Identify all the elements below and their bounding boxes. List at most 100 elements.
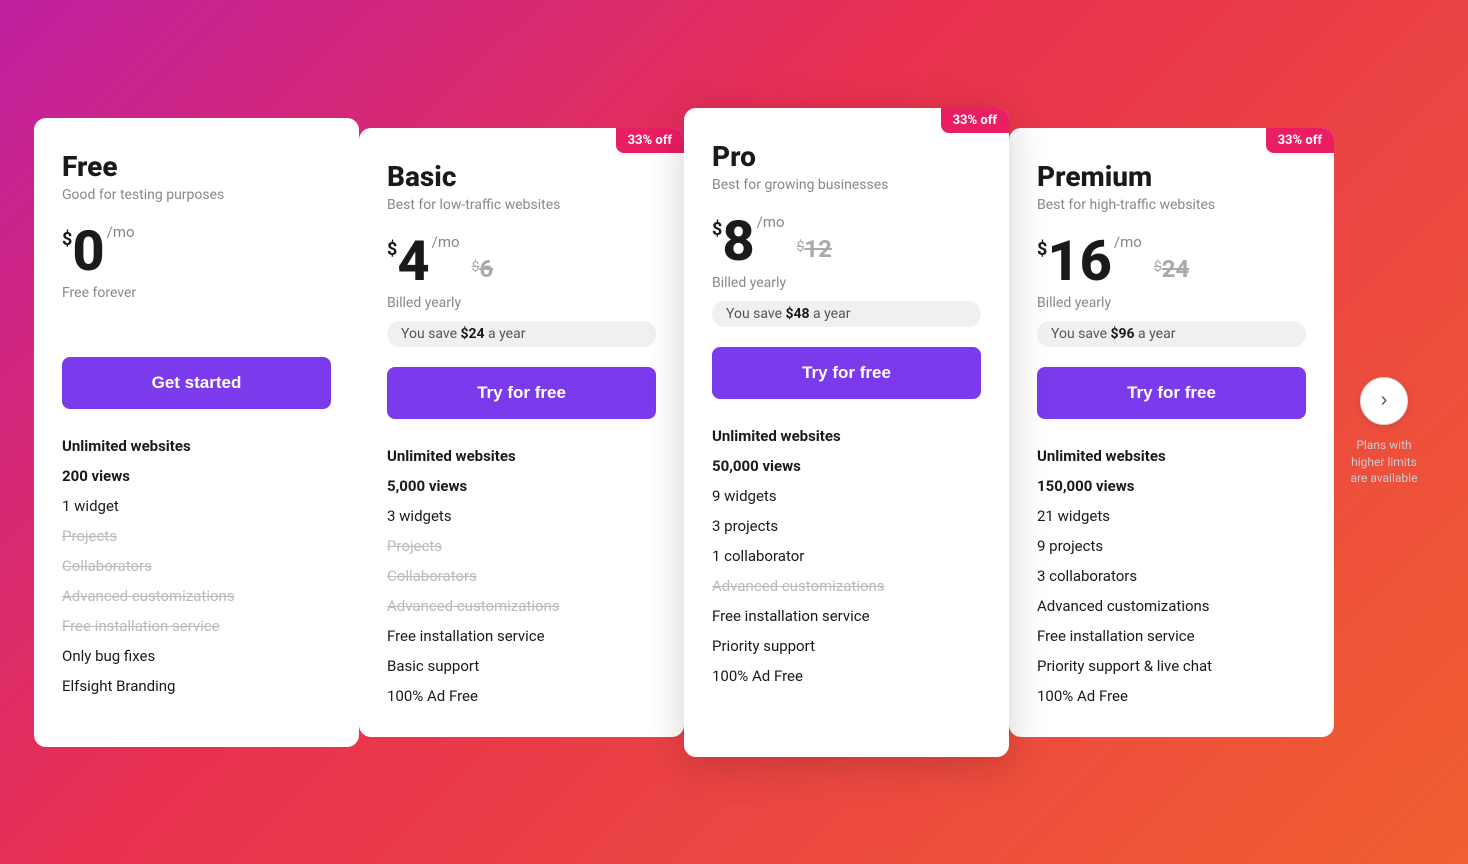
feature-item-premium-5: Advanced customizations — [1037, 597, 1306, 615]
price-original-dollar-pro: $ — [797, 239, 805, 255]
price-main-premium: $16/mo — [1037, 233, 1142, 289]
feature-item-premium-2: 21 widgets — [1037, 507, 1306, 525]
feature-item-free-8: Elfsight Branding — [62, 677, 331, 695]
plan-name-free: Free — [62, 150, 331, 183]
feature-item-pro-1: 50,000 views — [712, 457, 981, 475]
price-dollar-basic: $ — [387, 239, 397, 260]
price-main-free: $0/mo — [62, 223, 135, 279]
price-main-pro: $8/mo — [712, 213, 785, 269]
price-row-free: $0/mo — [62, 223, 331, 279]
plan-card-basic: 33% off Basic Best for low-traffic website… — [359, 128, 684, 737]
price-original-amount-pro: 12 — [804, 235, 832, 263]
savings-badge-basic: You save $24 a year — [387, 321, 656, 347]
discount-badge-premium: 33% off — [1266, 128, 1334, 153]
plan-desc-pro: Best for growing businesses — [712, 177, 981, 193]
feature-item-basic-5: Advanced customizations — [387, 597, 656, 615]
plan-desc-premium: Best for high-traffic websites — [1037, 197, 1306, 213]
price-dollar-free: $ — [62, 229, 72, 250]
cta-button-basic[interactable]: Try for free — [387, 367, 656, 419]
price-original-dollar-premium: $ — [1154, 259, 1162, 275]
plan-card-premium: 33% off Premium Best for high-traffic webs… — [1009, 128, 1334, 737]
price-period-premium: /mo — [1114, 233, 1142, 251]
feature-item-pro-3: 3 projects — [712, 517, 981, 535]
feature-item-pro-0: Unlimited websites — [712, 427, 981, 445]
feature-item-pro-4: 1 collaborator — [712, 547, 981, 565]
feature-item-free-0: Unlimited websites — [62, 437, 331, 455]
price-original-amount-basic: 6 — [479, 255, 493, 283]
billing-pro: Billed yearly — [712, 275, 981, 291]
feature-item-premium-6: Free installation service — [1037, 627, 1306, 645]
feature-item-premium-1: 150,000 views — [1037, 477, 1306, 495]
plan-name-basic: Basic — [387, 160, 656, 193]
cta-button-pro[interactable]: Try for free — [712, 347, 981, 399]
cta-button-free[interactable]: Get started — [62, 357, 331, 409]
features-list-premium: Unlimited websites 150,000 views 21 widget… — [1037, 447, 1306, 705]
feature-item-premium-8: 100% Ad Free — [1037, 687, 1306, 705]
price-original-premium: $24 — [1154, 255, 1189, 283]
price-original-amount-premium: 24 — [1162, 255, 1190, 283]
plan-card-free: Free Good for testing purposes $0/mo Free f… — [34, 118, 359, 747]
features-list-basic: Unlimited websites 5,000 views 3 widgets Pr… — [387, 447, 656, 705]
price-period-free: /mo — [107, 223, 135, 241]
price-period-basic: /mo — [432, 233, 460, 251]
plan-name-pro: Pro — [712, 140, 981, 173]
plan-card-pro: 33% off Pro Best for growing businesses $8/… — [684, 108, 1009, 757]
savings-badge-pro: You save $48 a year — [712, 301, 981, 327]
feature-item-premium-3: 9 projects — [1037, 537, 1306, 555]
free-forever-free: Free forever — [62, 285, 331, 301]
price-amount-basic: 4 — [397, 233, 429, 289]
price-period-pro: /mo — [757, 213, 785, 231]
feature-item-pro-6: Free installation service — [712, 607, 981, 625]
price-dollar-premium: $ — [1037, 239, 1047, 260]
price-row-basic: $4/mo$6 — [387, 233, 656, 289]
next-plans-button[interactable]: › — [1360, 377, 1408, 425]
savings-badge-premium: You save $96 a year — [1037, 321, 1306, 347]
feature-item-free-5: Advanced customizations — [62, 587, 331, 605]
feature-item-pro-7: Priority support — [712, 637, 981, 655]
price-main-basic: $4/mo — [387, 233, 460, 289]
cta-button-premium[interactable]: Try for free — [1037, 367, 1306, 419]
price-row-pro: $8/mo$12 — [712, 213, 981, 269]
discount-badge-basic: 33% off — [616, 128, 684, 153]
price-original-dollar-basic: $ — [472, 259, 480, 275]
feature-item-premium-7: Priority support & live chat — [1037, 657, 1306, 675]
feature-item-basic-6: Free installation service — [387, 627, 656, 645]
feature-item-free-2: 1 widget — [62, 497, 331, 515]
feature-item-free-4: Collaborators — [62, 557, 331, 575]
feature-item-basic-2: 3 widgets — [387, 507, 656, 525]
price-row-premium: $16/mo$24 — [1037, 233, 1306, 289]
feature-item-free-7: Only bug fixes — [62, 647, 331, 665]
plan-name-premium: Premium — [1037, 160, 1306, 193]
feature-item-pro-5: Advanced customizations — [712, 577, 981, 595]
more-plans-text: Plans with higher limits are available — [1344, 437, 1424, 487]
feature-item-basic-1: 5,000 views — [387, 477, 656, 495]
feature-item-free-3: Projects — [62, 527, 331, 545]
features-list-pro: Unlimited websites 50,000 views 9 widgets 3… — [712, 427, 981, 725]
spacer-free — [62, 311, 331, 357]
discount-badge-pro: 33% off — [941, 108, 1009, 133]
feature-item-basic-4: Collaborators — [387, 567, 656, 585]
feature-item-basic-0: Unlimited websites — [387, 447, 656, 465]
price-amount-pro: 8 — [722, 213, 754, 269]
price-amount-free: 0 — [72, 223, 104, 279]
billing-basic: Billed yearly — [387, 295, 656, 311]
feature-item-pro-8: 100% Ad Free — [712, 667, 981, 685]
pricing-container: Free Good for testing purposes $0/mo Free f… — [34, 118, 1434, 747]
feature-item-basic-8: 100% Ad Free — [387, 687, 656, 705]
feature-item-free-1: 200 views — [62, 467, 331, 485]
feature-item-free-6: Free installation service — [62, 617, 331, 635]
feature-item-premium-4: 3 collaborators — [1037, 567, 1306, 585]
feature-item-basic-3: Projects — [387, 537, 656, 555]
plan-desc-free: Good for testing purposes — [62, 187, 331, 203]
price-original-pro: $12 — [797, 235, 832, 263]
price-original-basic: $6 — [472, 255, 494, 283]
price-amount-premium: 16 — [1047, 233, 1112, 289]
billing-premium: Billed yearly — [1037, 295, 1306, 311]
more-plans-hint: › Plans with higher limits are available — [1334, 118, 1434, 747]
feature-item-pro-2: 9 widgets — [712, 487, 981, 505]
plan-desc-basic: Best for low-traffic websites — [387, 197, 656, 213]
feature-item-premium-0: Unlimited websites — [1037, 447, 1306, 465]
feature-item-basic-7: Basic support — [387, 657, 656, 675]
price-dollar-pro: $ — [712, 219, 722, 240]
features-list-free: Unlimited websites 200 views 1 widget Proje… — [62, 437, 331, 715]
